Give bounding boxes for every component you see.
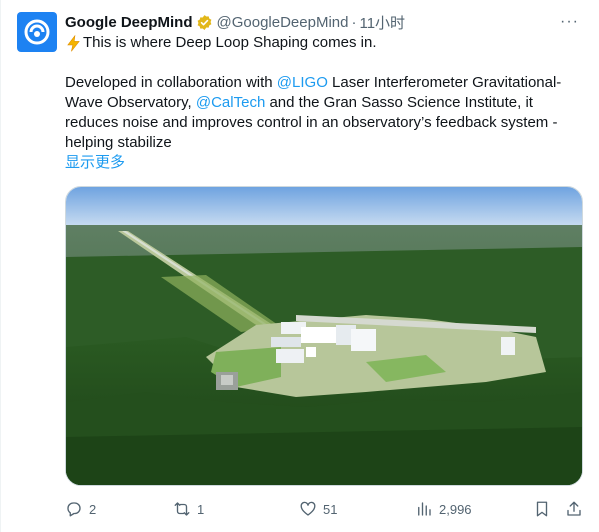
repost-count: 1 [197,501,205,517]
mention-ligo[interactable]: @LIGO [277,74,328,91]
repost-button[interactable]: 1 [173,498,204,520]
share-icon [567,501,581,516]
repost-icon [174,502,190,516]
lightning-icon [67,34,80,51]
tweet-text: This is where Deep Loop Shaping comes in… [65,33,585,173]
mention-caltech[interactable]: @CalTech [196,94,265,111]
show-more-link[interactable]: 显示更多 [65,153,585,173]
views-button[interactable]: 2,996 [415,498,472,520]
author-name[interactable]: Google DeepMind [65,14,193,31]
verified-badge-icon [196,14,213,31]
views-icon [418,502,431,516]
like-icon [300,501,316,516]
views-count: 2,996 [439,501,472,517]
bookmark-icon [536,501,548,517]
tweet-body: Developed in collaboration with @LIGO La… [65,73,585,153]
like-button[interactable]: 51 [299,498,337,520]
share-button[interactable] [565,498,583,520]
bookmark-button[interactable] [533,498,551,520]
reply-icon [67,502,81,517]
tweet[interactable]: Google DeepMind @GoogleDeepMind · 11小时 ·… [0,0,599,532]
tweet-image[interactable] [65,186,583,486]
tweet-header: Google DeepMind @GoogleDeepMind · 11小时 ·… [65,12,579,32]
like-count: 51 [323,501,338,517]
timestamp[interactable]: 11小时 [359,12,405,33]
action-bar: 2 1 51 2,996 [65,498,585,520]
tweet-line-1: This is where Deep Loop Shaping comes in… [83,34,377,51]
reply-count: 2 [89,501,97,517]
body-text-1: Developed in collaboration with [65,74,277,91]
author-handle[interactable]: @GoogleDeepMind [217,14,349,31]
deepmind-logo-icon [24,19,50,45]
reply-button[interactable]: 2 [65,498,96,520]
separator-dot: · [351,13,357,31]
observatory-aerial-photo [66,187,582,485]
avatar[interactable] [17,12,57,52]
more-icon[interactable]: ··· [560,13,579,31]
